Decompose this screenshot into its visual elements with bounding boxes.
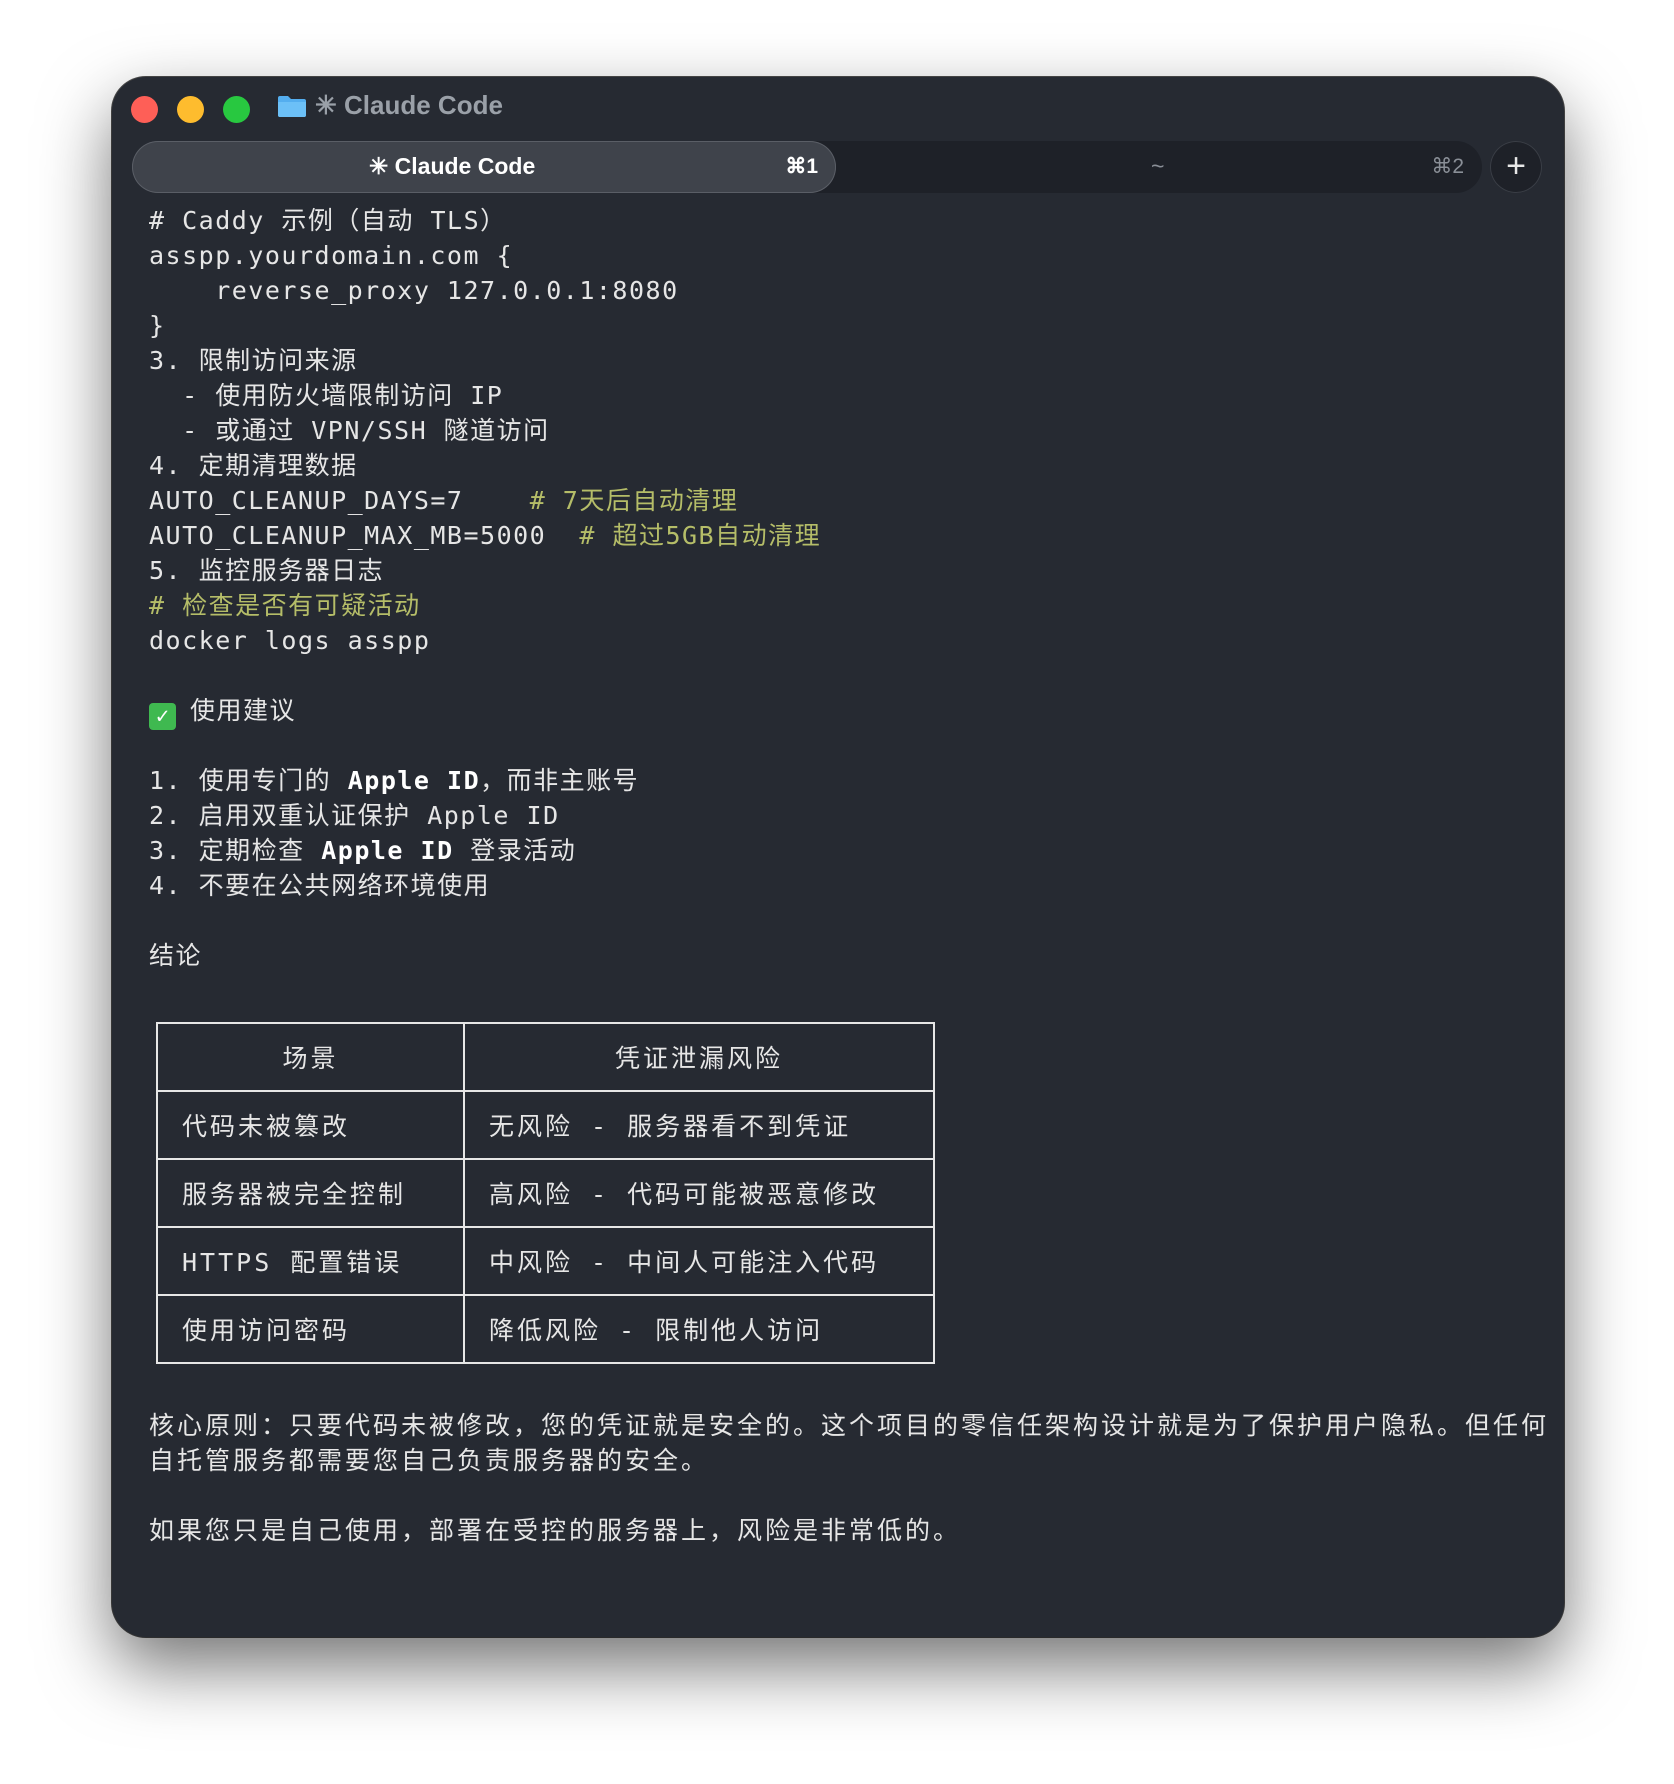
table-cell: 代码未被篡改	[156, 1090, 465, 1160]
output-line: }	[149, 311, 166, 340]
table-cell: 服务器被完全控制	[156, 1158, 465, 1228]
output-line: docker logs asspp	[149, 626, 431, 655]
table-cell: HTTPS 配置错误	[156, 1226, 465, 1296]
output-line: - 或通过 VPN/SSH 隧道访问	[149, 416, 550, 445]
table-header: 场景	[156, 1022, 465, 1092]
tab-home[interactable]: ~ ⌘2	[836, 141, 1482, 193]
tab-label: ~	[1151, 153, 1165, 179]
tab-claude-code[interactable]: ✳ Claude Code ⌘1	[132, 141, 836, 193]
output-line: AUTO_CLEANUP_DAYS=7 # 7天后自动清理	[149, 483, 1549, 518]
zoom-button[interactable]	[223, 96, 250, 123]
suggestions-heading: ✓ 使用建议	[149, 693, 1549, 730]
title-bar[interactable]: ✳ Claude Code	[112, 77, 1564, 139]
table-cell: 使用访问密码	[156, 1294, 465, 1364]
output-line: 5. 监控服务器日志	[149, 556, 385, 585]
risk-table: 场景 凭证泄漏风险 代码未被篡改 无风险 - 服务器看不到凭证 服务器被完全控制…	[156, 1022, 935, 1364]
code-text: AUTO_CLEANUP_DAYS=7	[149, 486, 530, 515]
tab-bar: ✳ Claude Code ⌘1 ~ ⌘2	[132, 141, 1482, 193]
output-line: AUTO_CLEANUP_MAX_MB=5000 # 超过5GB自动清理	[149, 518, 1549, 553]
folder-icon	[278, 96, 306, 117]
table-row: 服务器被完全控制 高风险 - 代码可能被恶意修改	[156, 1158, 935, 1228]
item-text: 登录活动	[453, 836, 577, 865]
conclusion-heading: 结论	[149, 941, 203, 970]
plus-icon: +	[1506, 147, 1526, 185]
output-line: # Caddy 示例（自动 TLS）	[149, 206, 507, 235]
minimize-button[interactable]	[177, 96, 204, 123]
list-item: 3. 定期检查 Apple ID 登录活动	[149, 833, 1549, 868]
bold-text: Apple ID	[321, 836, 454, 865]
table-cell: 高风险 - 代码可能被恶意修改	[463, 1158, 935, 1228]
check-mark-icon: ✓	[149, 703, 176, 730]
table-cell: 无风险 - 服务器看不到凭证	[463, 1090, 935, 1160]
table-row: 使用访问密码 降低风险 - 限制他人访问	[156, 1294, 935, 1364]
tab-label: ✳ Claude Code	[369, 153, 536, 179]
window-title: ✳ Claude Code	[315, 90, 503, 120]
table-cell: 中风险 - 中间人可能注入代码	[463, 1226, 935, 1296]
table-row: 代码未被篡改 无风险 - 服务器看不到凭证	[156, 1090, 935, 1160]
output-line: 4. 定期清理数据	[149, 451, 358, 480]
code-comment: # 检查是否有可疑活动	[149, 591, 421, 620]
list-item: 4. 不要在公共网络环境使用	[149, 871, 491, 900]
core-principle-text: 核心原则：只要代码未被修改，您的凭证就是安全的。这个项目的零信任架构设计就是为了…	[149, 1411, 1550, 1475]
output-line: - 使用防火墙限制访问 IP	[149, 381, 504, 410]
table-cell: 降低风险 - 限制他人访问	[463, 1294, 935, 1364]
tab-shortcut: ⌘1	[785, 155, 818, 178]
tab-shortcut: ⌘2	[1431, 155, 1464, 178]
terminal-window: ✳ Claude Code ✳ Claude Code ⌘1 ~ ⌘2 + # …	[112, 77, 1564, 1637]
output-line: reverse_proxy 127.0.0.1:8080	[149, 276, 679, 305]
item-text: ，而非主账号	[480, 766, 640, 795]
output-line: 3. 限制访问来源	[149, 346, 358, 375]
close-button[interactable]	[131, 96, 158, 123]
new-tab-button[interactable]: +	[1490, 141, 1542, 193]
table-header: 凭证泄漏风险	[463, 1022, 935, 1092]
item-text: 3. 定期检查	[149, 836, 322, 865]
table-row: HTTPS 配置错误 中风险 - 中间人可能注入代码	[156, 1226, 935, 1296]
terminal-output[interactable]: # Caddy 示例（自动 TLS） asspp.yourdomain.com …	[149, 203, 1549, 1548]
table-header-row: 场景 凭证泄漏风险	[156, 1022, 935, 1092]
output-line: asspp.yourdomain.com {	[149, 241, 514, 270]
heading-text: 使用建议	[190, 696, 297, 725]
list-item: 2. 启用双重认证保护 Apple ID	[149, 801, 560, 830]
code-comment: # 超过5GB自动清理	[579, 521, 822, 550]
list-item: 1. 使用专门的 Apple ID，而非主账号	[149, 763, 1549, 798]
closing-text: 如果您只是自己使用，部署在受控的服务器上，风险是非常低的。	[149, 1516, 962, 1545]
code-text: AUTO_CLEANUP_MAX_MB=5000	[149, 521, 580, 550]
code-comment: # 7天后自动清理	[529, 486, 739, 515]
item-text: 1. 使用专门的	[149, 766, 348, 795]
bold-text: Apple ID	[347, 766, 481, 795]
